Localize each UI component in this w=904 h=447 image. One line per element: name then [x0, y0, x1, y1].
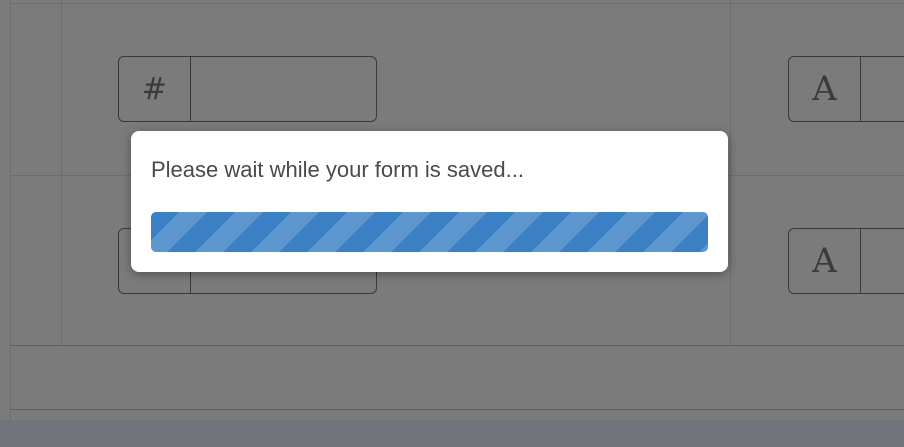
progress-bar-fill [151, 212, 708, 252]
hash-icon: # [119, 57, 191, 121]
grid-divider [730, 0, 731, 345]
text-type-icon: A [789, 57, 861, 121]
grid-divider [10, 0, 11, 420]
progress-bar [151, 212, 708, 252]
grid-divider [10, 3, 904, 4]
footer-bar [0, 420, 904, 447]
saving-message: Please wait while your form is saved... [151, 157, 524, 182]
grid-divider [10, 345, 904, 346]
text-field-value [861, 229, 904, 293]
grid-divider [10, 409, 904, 410]
text-field-value [861, 57, 904, 121]
text-type-icon: A [789, 229, 861, 293]
grid-divider [61, 0, 62, 345]
saving-dialog: Please wait while your form is saved... [131, 131, 728, 272]
text-field[interactable]: A [788, 56, 904, 122]
number-field-value [191, 57, 376, 121]
number-field[interactable]: # [118, 56, 377, 122]
text-field[interactable]: A [788, 228, 904, 294]
